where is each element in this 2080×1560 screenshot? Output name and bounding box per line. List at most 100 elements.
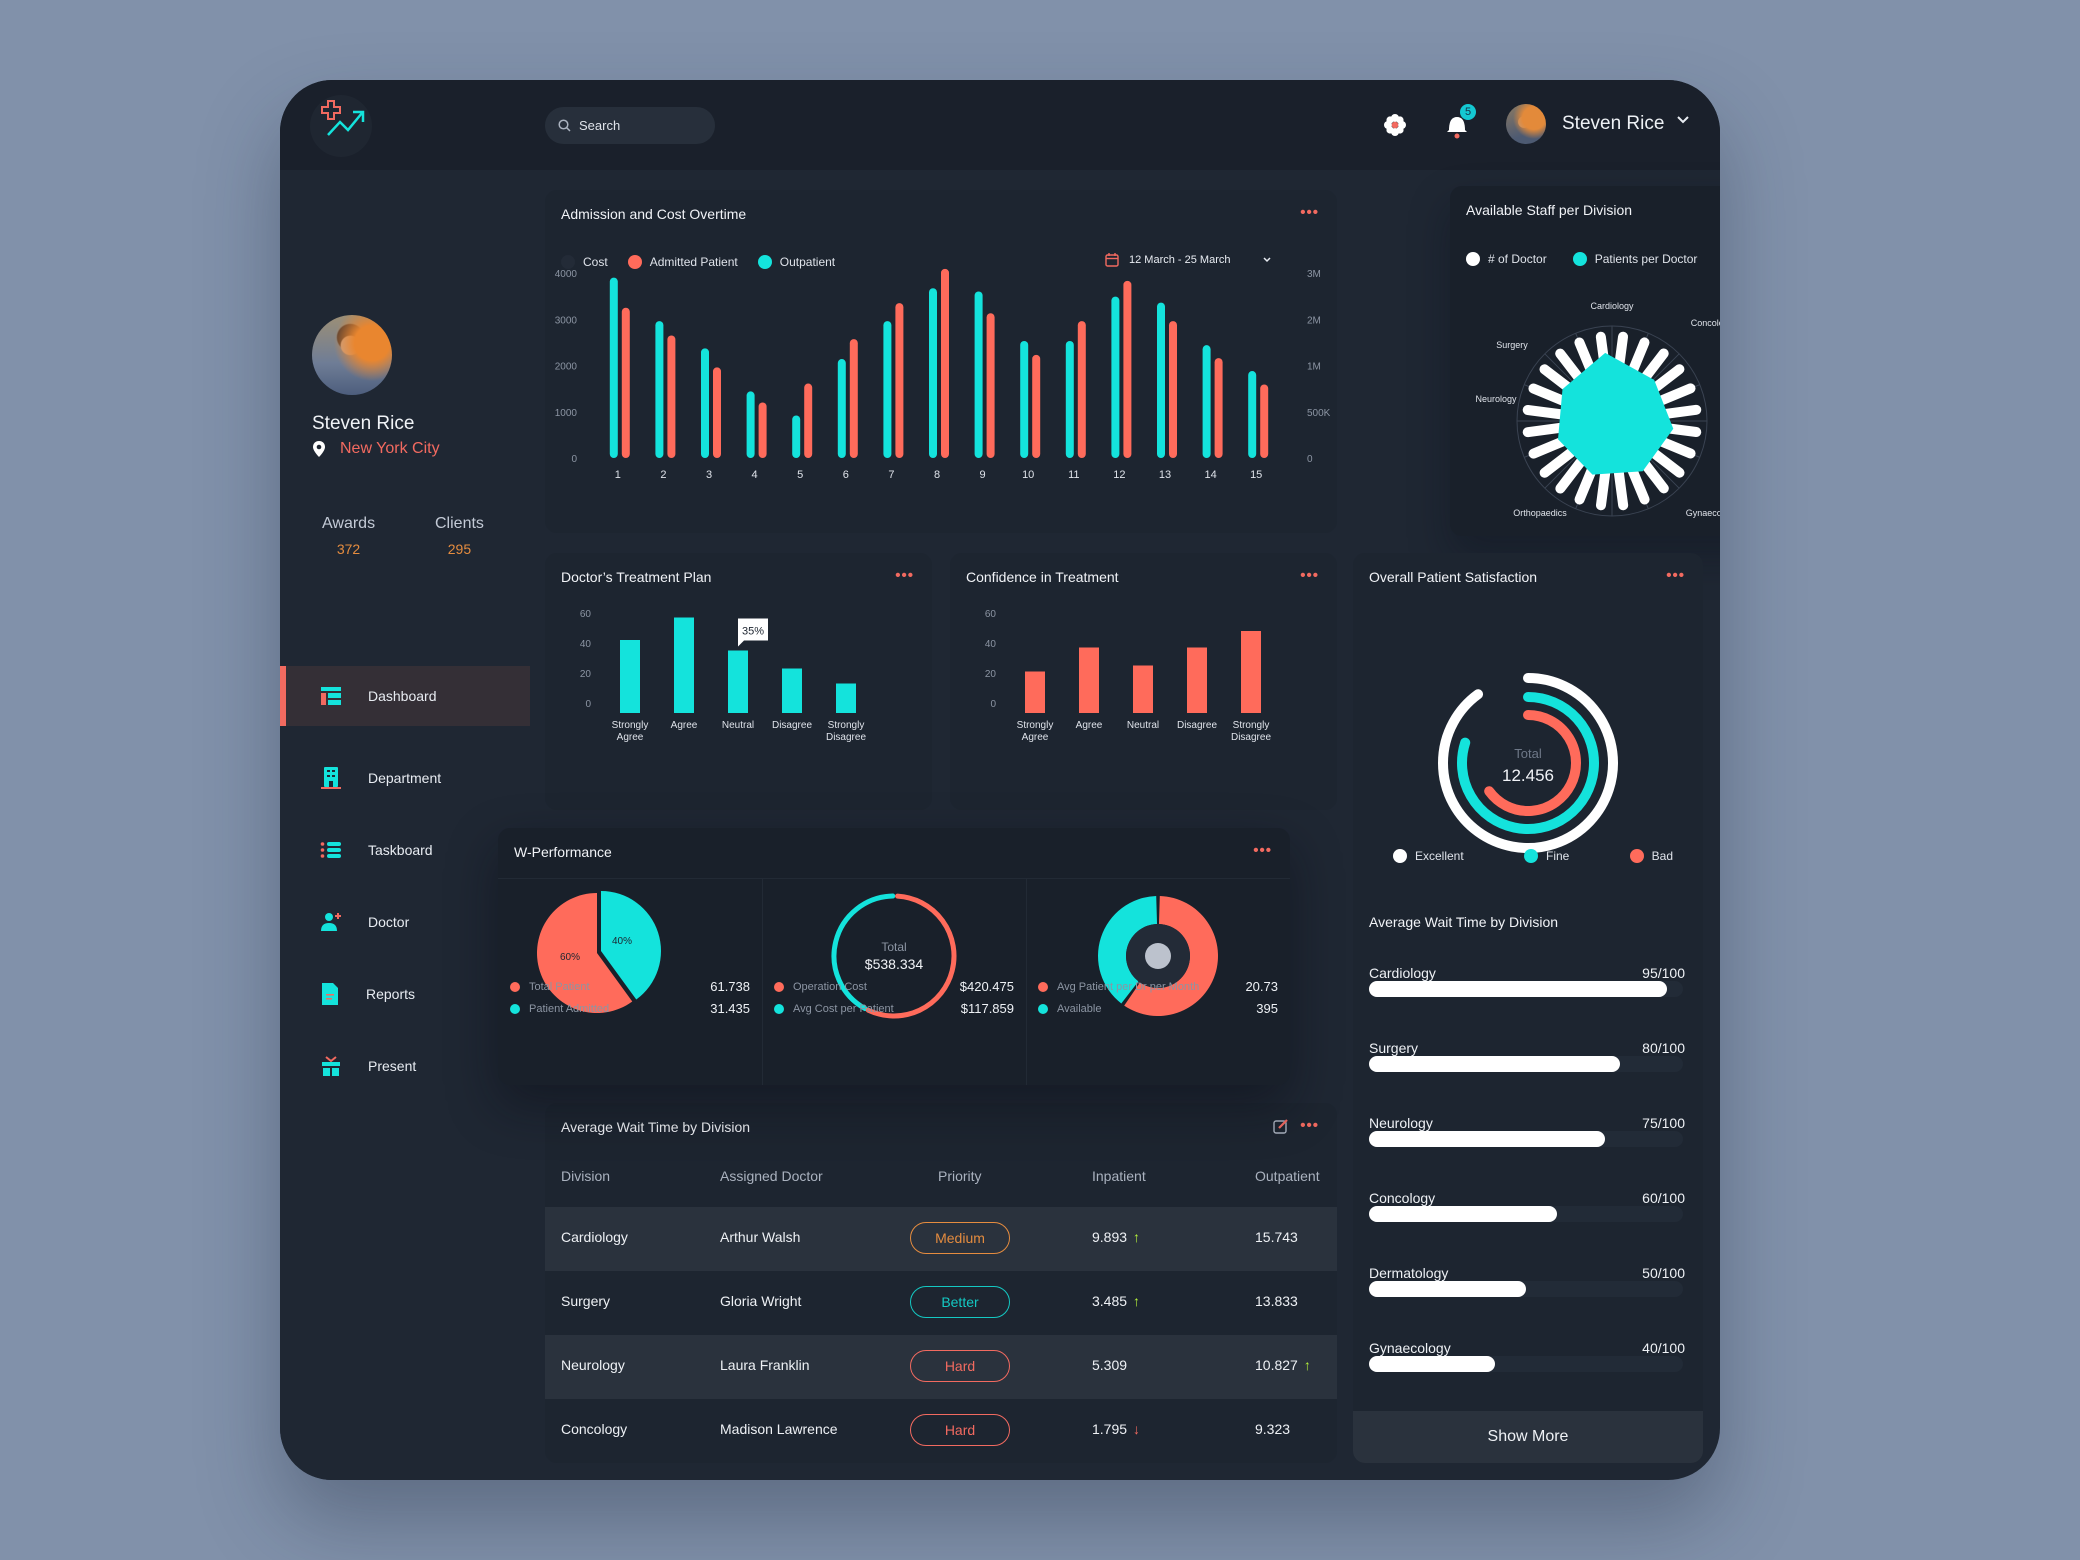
sidebar-item-doctor[interactable]: Doctor bbox=[280, 892, 530, 952]
radar-axis-label: Neurology bbox=[1475, 394, 1517, 404]
x-tick-label: Strongly bbox=[828, 720, 865, 731]
performance-pie-charts: 40% 60% Total $538.334 bbox=[537, 891, 1219, 1019]
bar-admitted-patient bbox=[804, 383, 813, 458]
bar bbox=[1133, 665, 1153, 713]
wait-bar-value: 50/100 bbox=[1642, 1265, 1685, 1281]
priority-badge[interactable]: Medium bbox=[910, 1222, 1010, 1254]
column-header-division[interactable]: Division bbox=[561, 1168, 610, 1184]
y-tick-label: 40 bbox=[985, 639, 997, 650]
priority-badge[interactable]: Hard bbox=[910, 1414, 1010, 1446]
settings-button[interactable] bbox=[1380, 110, 1410, 140]
x-tick-label: Disagree bbox=[826, 732, 866, 743]
sidebar-item-taskboard[interactable]: Taskboard bbox=[280, 820, 530, 880]
notifications-button[interactable]: 5 bbox=[1442, 104, 1476, 140]
y-tick-label: 0 bbox=[571, 454, 577, 465]
bar-admitted-patient bbox=[1214, 358, 1223, 458]
legend-item-bad[interactable]: Bad bbox=[1629, 849, 1673, 863]
performance-legend-row: Available 395 bbox=[1038, 1001, 1278, 1016]
table-row[interactable]: Neurology Laura Franklin Hard 5.309 10.8… bbox=[545, 1335, 1337, 1399]
sidebar-item-reports[interactable]: Reports bbox=[280, 964, 530, 1024]
bar-admitted-patient bbox=[1032, 354, 1041, 458]
table-row[interactable]: Surgery Gloria Wright Better 3.485 ↑ 13.8… bbox=[545, 1271, 1337, 1335]
y2-tick-label: 0 bbox=[1307, 454, 1313, 465]
wait-bar-track bbox=[1369, 981, 1683, 997]
x-tick-label: 3 bbox=[706, 469, 712, 481]
x-tick-label: 11 bbox=[1068, 469, 1079, 481]
cell-division: Neurology bbox=[561, 1357, 625, 1373]
logo[interactable] bbox=[310, 95, 372, 157]
wait-bar-fill bbox=[1369, 981, 1668, 997]
wait-bar-track bbox=[1369, 1281, 1683, 1297]
cell-division: Concology bbox=[561, 1421, 628, 1437]
legend-label: Patient Admitted bbox=[529, 1002, 610, 1015]
column-header-priority[interactable]: Priority bbox=[938, 1168, 982, 1184]
sidebar: Steven Rice New York City Awards 372 Cli… bbox=[280, 170, 530, 1480]
doctor-count-bar bbox=[1658, 404, 1702, 420]
ring-bad bbox=[1484, 710, 1581, 816]
profile-avatar bbox=[312, 315, 392, 395]
bar-outpatient bbox=[792, 415, 801, 458]
bar-outpatient bbox=[1065, 340, 1074, 458]
bar-admitted-patient bbox=[1260, 384, 1269, 458]
column-header-inpatient[interactable]: Inpatient bbox=[1092, 1168, 1146, 1184]
priority-badge[interactable]: Hard bbox=[910, 1350, 1010, 1382]
more-options-icon[interactable]: ••• bbox=[1300, 1117, 1319, 1134]
search-input[interactable]: Search bbox=[545, 107, 715, 144]
sidebar-item-dashboard[interactable]: Dashboard bbox=[280, 666, 530, 726]
stat-clients: Clients 295 bbox=[435, 515, 484, 557]
bar-outpatient bbox=[837, 359, 846, 458]
more-options-icon[interactable]: ••• bbox=[1666, 567, 1685, 584]
doctor-count-bar bbox=[1613, 467, 1629, 511]
y-tick-label: 1000 bbox=[555, 408, 578, 419]
bar-outpatient bbox=[1020, 340, 1029, 458]
user-avatar[interactable] bbox=[1506, 104, 1546, 144]
card-title: Average Wait Time by Division bbox=[561, 1119, 751, 1135]
table-row[interactable]: Concology Madison Lawrence Hard 1.795 ↓ 9… bbox=[545, 1399, 1337, 1463]
column-header-outpatient[interactable]: Outpatient bbox=[1255, 1168, 1320, 1184]
user-menu-chevron-icon[interactable] bbox=[1676, 112, 1690, 128]
sidebar-item-present[interactable]: Present bbox=[280, 1036, 530, 1096]
column-header-doctor[interactable]: Assigned Doctor bbox=[720, 1168, 823, 1184]
sidebar-item-label: Department bbox=[368, 770, 442, 786]
performance-legend-row: Patient Admitted 31.435 bbox=[510, 1001, 750, 1016]
legend-item-fine[interactable]: Fine bbox=[1524, 849, 1569, 863]
staff-radar-chart: CardiologyConcologyDermatologyGynaecolog… bbox=[1475, 301, 1720, 518]
wait-bar-label: Surgery bbox=[1369, 1040, 1419, 1056]
location-pin-icon bbox=[313, 441, 325, 457]
confidence-card: Confidence in Treatment ••• 0 20 40 60 Stron… bbox=[950, 553, 1337, 810]
wait-bar-label: Dermatology bbox=[1369, 1265, 1449, 1281]
legend-dot bbox=[1038, 1003, 1048, 1014]
doctor-count-bar bbox=[1574, 464, 1598, 505]
wait-bar-value: 80/100 bbox=[1642, 1040, 1685, 1056]
x-tick-label: Disagree bbox=[1231, 732, 1271, 743]
edit-icon[interactable] bbox=[1273, 1118, 1289, 1134]
outpatient-value: 13.833 bbox=[1255, 1293, 1298, 1309]
sidebar-item-department[interactable]: Department bbox=[280, 748, 530, 808]
document-icon bbox=[322, 983, 338, 1005]
inpatient-value: 9.893 bbox=[1092, 1229, 1128, 1245]
doctor-count-bar bbox=[1555, 348, 1586, 385]
doctor-count-bar bbox=[1522, 404, 1566, 420]
wait-bar-label: Concology bbox=[1369, 1190, 1436, 1206]
legend-dot bbox=[510, 1003, 520, 1014]
wait-bar-value: 95/100 bbox=[1642, 965, 1685, 981]
cell-inpatient: 5.309 bbox=[1092, 1357, 1127, 1373]
cost-total-value: $538.334 bbox=[865, 956, 924, 972]
card-title: Overall Patient Satisfaction bbox=[1369, 569, 1538, 585]
x-tick-label: Strongly bbox=[1017, 720, 1054, 731]
legend-label: Avg Patient per Dr per Month bbox=[1057, 980, 1200, 993]
y-tick-label: 4000 bbox=[555, 269, 578, 280]
y-tick-label: 40 bbox=[580, 639, 592, 650]
building-icon bbox=[321, 767, 341, 789]
performance-legend-row: Operation Cost $420.475 bbox=[774, 979, 1014, 994]
table-row[interactable]: Cardiology Arthur Walsh Medium 9.893 ↑ 15… bbox=[545, 1207, 1337, 1271]
legend-dot bbox=[1629, 849, 1644, 863]
bar-admitted-patient bbox=[849, 339, 858, 458]
legend-item-excellent[interactable]: Excellent bbox=[1393, 849, 1464, 863]
admission-bar-chart: 010002000300040000500K1M2M3M1 2 3 4 5 6 7 8 9 10 1… bbox=[555, 268, 1331, 481]
y-tick-label: 20 bbox=[985, 669, 997, 680]
user-name[interactable]: Steven Rice bbox=[1562, 113, 1664, 135]
priority-badge[interactable]: Better bbox=[910, 1286, 1010, 1318]
show-more-button[interactable]: Show More bbox=[1353, 1411, 1703, 1463]
x-tick-label: 12 bbox=[1113, 469, 1125, 481]
